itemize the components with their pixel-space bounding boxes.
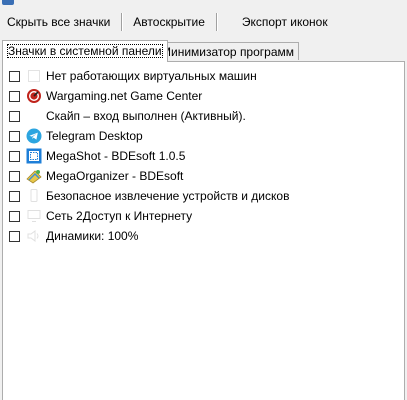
item-checkbox[interactable] bbox=[9, 210, 20, 222]
item-checkbox[interactable] bbox=[9, 110, 20, 122]
item-label: Скайп – вход выполнен (Активный). bbox=[46, 109, 246, 123]
item-label: Нет работающих виртуальных машин bbox=[46, 69, 257, 83]
megashot-icon bbox=[26, 148, 42, 164]
list-item: MegaShot - BDEsoft 1.0.5 bbox=[7, 146, 400, 166]
list-item: Wargaming.net Game Center bbox=[7, 86, 400, 106]
item-checkbox[interactable] bbox=[9, 150, 20, 162]
item-checkbox[interactable] bbox=[9, 170, 20, 182]
item-label: Безопасное извлечение устройств и дисков bbox=[46, 189, 290, 203]
tab-label: Минимизатор программ bbox=[161, 45, 295, 59]
item-checkbox[interactable] bbox=[9, 230, 20, 242]
tab-panel: Нет работающих виртуальных машин Wargami… bbox=[2, 61, 405, 400]
app-icon bbox=[2, 0, 14, 5]
item-checkbox[interactable] bbox=[9, 130, 20, 142]
speaker-icon bbox=[26, 228, 42, 244]
item-label: MegaShot - BDEsoft 1.0.5 bbox=[46, 149, 186, 163]
autohide-button[interactable]: Автоскрытие bbox=[126, 12, 212, 32]
list-item: Telegram Desktop bbox=[7, 126, 400, 146]
list-item: MegaOrganizer - BDEsoft bbox=[7, 166, 400, 186]
toolbar-separator bbox=[215, 13, 217, 31]
list-item: Сеть 2Доступ к Интернету bbox=[7, 206, 400, 226]
list-item: Скайп – вход выполнен (Активный). bbox=[7, 106, 400, 126]
item-label: Сеть 2Доступ к Интернету bbox=[46, 209, 193, 223]
item-label: MegaOrganizer - BDEsoft bbox=[46, 169, 184, 183]
title-bar bbox=[0, 0, 407, 6]
item-checkbox[interactable] bbox=[9, 190, 20, 202]
item-label: Динамики: 100% bbox=[46, 229, 139, 243]
toolbar: Скрыть все значки Автоскрытие Экспорт ик… bbox=[0, 10, 407, 34]
wargaming-icon bbox=[26, 88, 42, 104]
tray-icon-list: Нет работающих виртуальных машин Wargami… bbox=[7, 66, 400, 246]
export-icons-button[interactable]: Экспорт иконок bbox=[235, 12, 335, 32]
item-checkbox[interactable] bbox=[9, 90, 20, 102]
tab-label: Значки в системной панели bbox=[7, 44, 163, 58]
network-icon bbox=[26, 208, 42, 224]
item-label: Wargaming.net Game Center bbox=[46, 89, 203, 103]
megaorganizer-icon bbox=[26, 168, 42, 184]
telegram-icon bbox=[26, 128, 42, 144]
hide-all-button[interactable]: Скрыть все значки bbox=[0, 12, 117, 32]
item-label: Telegram Desktop bbox=[46, 129, 143, 143]
tab-tray-icons[interactable]: Значки в системной панели bbox=[2, 40, 168, 62]
tab-strip: Значки в системной панели Минимизатор пр… bbox=[0, 40, 407, 62]
list-item: Нет работающих виртуальных машин bbox=[7, 66, 400, 86]
list-item: Динамики: 100% bbox=[7, 226, 400, 246]
tab-program-minimizer[interactable]: Минимизатор программ bbox=[156, 42, 300, 60]
item-checkbox[interactable] bbox=[9, 70, 20, 82]
usb-eject-icon bbox=[26, 188, 42, 204]
toolbar-separator bbox=[121, 13, 123, 31]
vm-icon bbox=[26, 68, 42, 84]
list-item: Безопасное извлечение устройств и дисков bbox=[7, 186, 400, 206]
skype-icon bbox=[26, 108, 42, 124]
